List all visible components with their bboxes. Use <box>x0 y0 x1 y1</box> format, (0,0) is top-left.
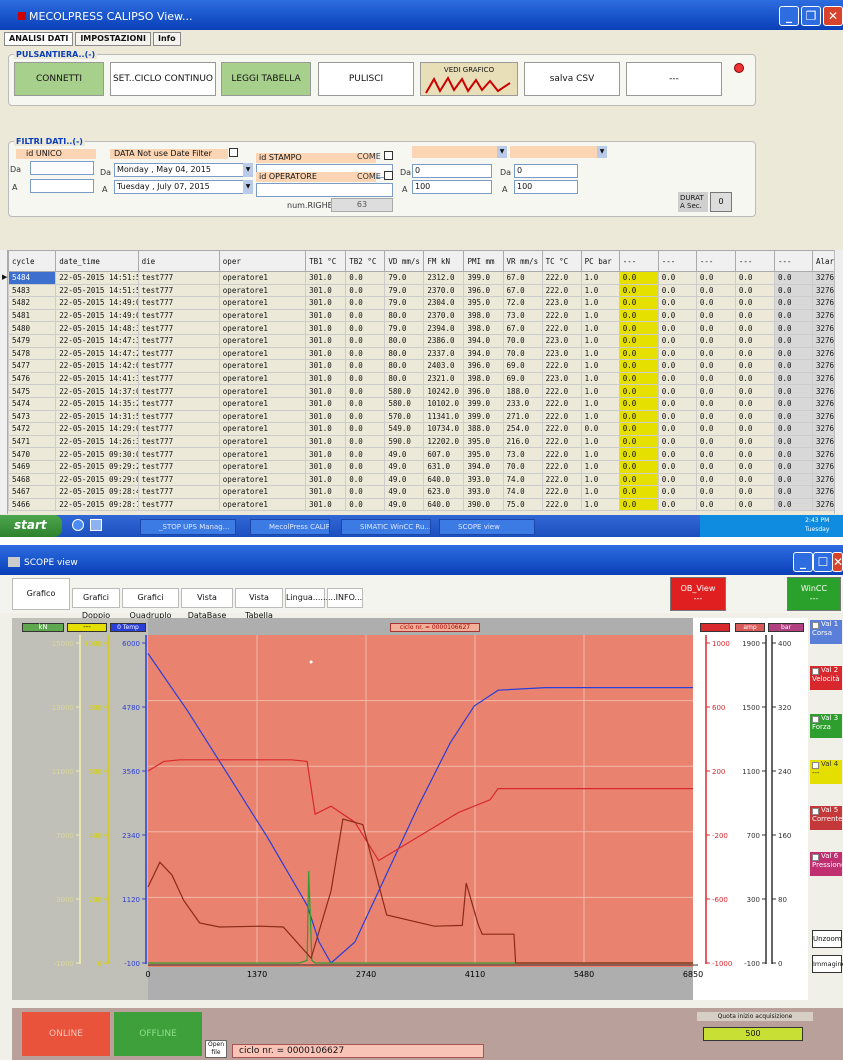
y-tick-label: 7000 <box>56 832 74 840</box>
val-toggle-4[interactable]: Val 4 --- <box>810 760 842 784</box>
x-tick-label: 4110 <box>465 970 485 979</box>
y-tick-label: 1500 <box>742 704 760 712</box>
series-line-velocità <box>147 759 693 862</box>
y-tick-label: -600 <box>712 896 728 904</box>
marker-point <box>309 660 313 664</box>
y-tick-label: 15000 <box>52 640 74 648</box>
val-sub-label: Velocità <box>812 675 840 683</box>
y-tick-label: 1900 <box>742 640 760 648</box>
series-line-corsa <box>147 653 693 964</box>
y-tick-label: 700 <box>747 832 760 840</box>
val-label: Val 6 <box>821 852 839 860</box>
val-checkbox-5[interactable] <box>812 808 819 815</box>
immagine-button[interactable]: Immagine <box>812 955 843 973</box>
y-tick-label: 3000 <box>56 896 74 904</box>
x-tick-label: 1370 <box>247 970 267 979</box>
y-tick-label: -200 <box>712 832 728 840</box>
quota-value[interactable]: 500 <box>703 1027 803 1041</box>
y-tick-label: 200 <box>89 896 102 904</box>
y-tick-label: 4780 <box>122 704 140 712</box>
y-tick-label: 6000 <box>122 640 140 648</box>
online-button[interactable]: ONLINE <box>22 1012 110 1056</box>
val-sub-label: Corsa <box>812 629 832 637</box>
val-toggle-5[interactable]: Val 5 Corrente <box>810 806 842 830</box>
y-tick-label: 600 <box>89 768 102 776</box>
val-label: Val 5 <box>821 806 839 814</box>
y-tick-label: 11000 <box>52 768 74 776</box>
x-tick-label: 5480 <box>574 970 594 979</box>
x-tick-label: 0 <box>145 970 150 979</box>
val-label: Val 1 <box>821 620 839 628</box>
y-tick-label: 320 <box>778 704 791 712</box>
y-tick-label: 1000 <box>712 640 730 648</box>
y-tick-label: 0 <box>778 960 782 968</box>
x-tick-label: 2740 <box>356 970 376 979</box>
y-tick-label: 13000 <box>52 704 74 712</box>
val-sub-label: --- <box>812 769 820 777</box>
val-label: Val 4 <box>821 760 839 768</box>
y-tick-label: -1000 <box>54 960 74 968</box>
val-toggle-1[interactable]: Val 1 Corsa <box>810 620 842 644</box>
chart-svg: 0 1370 2740 4110 5480 6850msec150001300011000… <box>52 635 791 985</box>
val-label: Val 2 <box>821 666 839 674</box>
y-tick-label: 80 <box>778 896 787 904</box>
y-tick-label: 3560 <box>122 768 140 776</box>
val-checkbox-3[interactable] <box>812 716 819 723</box>
y-tick-label: 240 <box>778 768 791 776</box>
cycle-number-field: ciclo nr. = 0000106627 <box>232 1044 484 1058</box>
val-sub-label: Forza <box>812 723 831 731</box>
y-tick-label: 300 <box>747 896 760 904</box>
unzoom-button[interactable]: Unzoom <box>812 930 842 948</box>
y-tick-label: 800 <box>89 704 102 712</box>
val-toggle-3[interactable]: Val 3 Forza <box>810 714 842 738</box>
y-tick-label: 400 <box>778 640 791 648</box>
y-tick-label: 1000 <box>84 640 102 648</box>
offline-button[interactable]: OFFLINE <box>114 1012 202 1056</box>
y-tick-label: 2340 <box>122 832 140 840</box>
y-tick-label: 1100 <box>742 768 760 776</box>
val-sub-label: Pressione <box>812 861 843 869</box>
val-checkbox-2[interactable] <box>812 668 819 675</box>
y-tick-label: 160 <box>778 832 791 840</box>
series-line-forza <box>148 871 693 964</box>
y-tick-label: -100 <box>124 960 140 968</box>
val-sub-label: Corrente <box>812 815 843 823</box>
y-tick-label: 200 <box>712 768 725 776</box>
val-checkbox-6[interactable] <box>812 854 819 861</box>
y-tick-label: 400 <box>89 832 102 840</box>
y-tick-label: -1000 <box>712 960 732 968</box>
y-tick-label: 600 <box>712 704 725 712</box>
val-checkbox-4[interactable] <box>812 762 819 769</box>
val-toggle-2[interactable]: Val 2 Velocità <box>810 666 842 690</box>
series-line-pressione <box>147 818 693 964</box>
quota-label: Quota inizio acquisizione <box>697 1012 813 1021</box>
open-file-button[interactable]: Open file <box>205 1040 227 1058</box>
y-tick-label: -100 <box>744 960 760 968</box>
val-toggle-6[interactable]: Val 6 Pressione <box>810 852 843 876</box>
y-tick-label: 0 <box>98 960 102 968</box>
y-tick-label: 1120 <box>122 896 140 904</box>
val-checkbox-1[interactable] <box>812 622 819 629</box>
x-axis-label: msec <box>697 978 713 985</box>
val-label: Val 3 <box>821 714 839 722</box>
